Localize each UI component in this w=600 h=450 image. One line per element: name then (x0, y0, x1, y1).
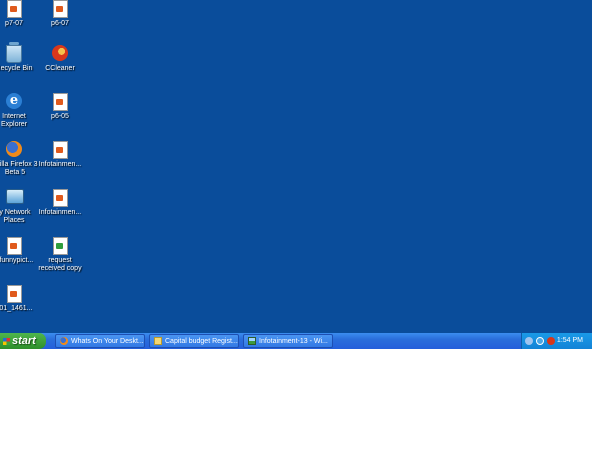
desktop-icon-p6-07[interactable]: p6-07 (36, 0, 84, 28)
document-icon (6, 0, 22, 18)
document-icon (52, 93, 68, 111)
taskbar-button-firefox[interactable]: Whats On Your Deskt... (55, 334, 145, 348)
desktop-icon-p7-07[interactable]: p7-07 (0, 0, 38, 28)
taskbar-button-label: Capital budget Regist... (165, 338, 238, 345)
document-icon (6, 285, 22, 303)
desktop-icon-label: p6-07 (51, 20, 69, 27)
taskbar-button-infotainment[interactable]: Infotainment-13 - Wi... (243, 334, 333, 348)
start-label: start (12, 335, 36, 347)
desktop-icon-label: ozilla Firefox 3 Beta 5 (0, 161, 38, 176)
document-icon (52, 0, 68, 18)
desktop-icon-firefox[interactable]: ozilla Firefox 3 Beta 5 (0, 141, 38, 177)
desktop-icon-label: fy Network Places (0, 209, 31, 224)
desktop-icon-network-places[interactable]: fy Network Places (0, 189, 38, 225)
monitor-tray-icon[interactable] (536, 337, 544, 345)
network-places-icon (6, 189, 24, 204)
recycle-bin-icon (6, 45, 22, 63)
taskbar-button-label: Whats On Your Deskt... (71, 338, 144, 345)
desktop-icon-p6-05[interactable]: p6-05 (36, 93, 84, 121)
desktop-icon-label: Infotainmen... (38, 209, 82, 216)
security-tray-icon[interactable] (547, 337, 555, 345)
clock[interactable]: 1:54 PM (557, 333, 583, 349)
desktop-icon-internet-explorer[interactable]: e Internet Explorer (0, 93, 38, 129)
start-button[interactable]: start (0, 333, 46, 349)
network-tray-icon[interactable] (525, 337, 533, 345)
firefox-icon (60, 337, 68, 346)
desktop-icon-label: 001_1461... (0, 305, 33, 312)
desktop-icon-label: Internet Explorer (0, 113, 28, 128)
desktop-icon-label: Vfunnypict... (0, 257, 34, 264)
desktop-icon-recycle-bin[interactable]: Recycle Bin (0, 45, 38, 73)
desktop-icon-infotainment-1[interactable]: Infotainmen... (36, 141, 84, 169)
desktop-icon-ccleaner[interactable]: CCleaner (36, 45, 84, 73)
image-viewer-icon (248, 337, 256, 346)
desktop-icon-001-1461[interactable]: 001_1461... (0, 285, 38, 313)
document-icon (52, 237, 68, 255)
document-icon (6, 237, 22, 255)
system-tray: 1:54 PM (521, 333, 592, 349)
desktop-icon-funnypict[interactable]: Vfunnypict... (0, 237, 38, 265)
desktop: p7-07 p6-07 Recycle Bin CCleaner e Inter… (0, 0, 592, 333)
desktop-icon-infotainment-2[interactable]: Infotainmen... (36, 189, 84, 217)
taskbar-button-capital-budget[interactable]: Capital budget Regist... (149, 334, 239, 348)
desktop-icon-label: Recycle Bin (0, 65, 33, 72)
folder-icon (154, 337, 162, 346)
firefox-icon (6, 141, 22, 157)
desktop-icon-request-received-copy[interactable]: request received copy (36, 237, 84, 273)
desktop-icon-label: p7-07 (5, 20, 23, 27)
taskbar: start Whats On Your Deskt... Capital bud… (0, 333, 592, 349)
document-icon (52, 189, 68, 207)
desktop-icon-label: request received copy (38, 257, 82, 272)
internet-explorer-icon: e (6, 93, 22, 109)
desktop-icon-label: CCleaner (45, 65, 75, 72)
ccleaner-icon (52, 45, 68, 61)
windows-logo-icon (3, 337, 10, 345)
desktop-icon-label: Infotainmen... (38, 161, 82, 168)
document-icon (52, 141, 68, 159)
desktop-icon-label: p6-05 (51, 113, 69, 120)
taskbar-button-label: Infotainment-13 - Wi... (259, 338, 328, 345)
